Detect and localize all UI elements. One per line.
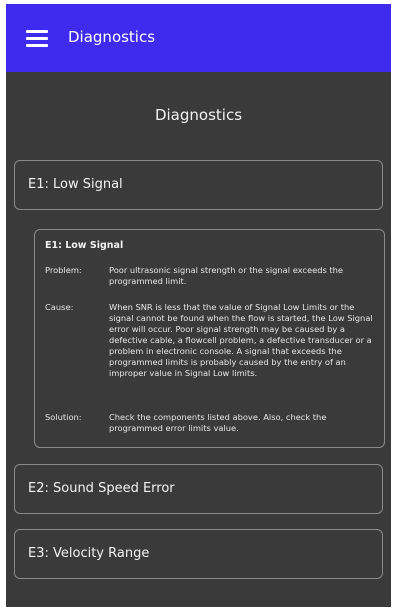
- problem-text: Poor ultrasonic signal strength or the s…: [109, 265, 344, 286]
- error-detail-panel: E1: Low Signal Problem: Poor ultrasonic …: [34, 229, 385, 448]
- error-card-e2[interactable]: E2: Sound Speed Error: [14, 464, 383, 514]
- cause-text: When SNR is less that the value of Signa…: [109, 302, 373, 378]
- app-bar-title: Diagnostics: [68, 28, 156, 46]
- error-card-e1[interactable]: E1: Low Signal: [14, 160, 383, 210]
- page-title: Diagnostics: [154, 106, 243, 124]
- detail-title: E1: Low Signal: [45, 240, 124, 251]
- error-card-title: E1: Low Signal: [28, 177, 123, 192]
- diagnostics-screen: Diagnostics Diagnostics E1: Low Signal E…: [6, 4, 391, 607]
- problem-label: Problem:: [45, 265, 82, 275]
- solution-text: Check the components listed above. Also,…: [109, 412, 327, 433]
- error-card-title: E2: Sound Speed Error: [28, 481, 175, 496]
- solution-label: Solution:: [45, 412, 82, 422]
- error-card-title: E3: Velocity Range: [28, 546, 150, 561]
- error-card-e3[interactable]: E3: Velocity Range: [14, 529, 383, 579]
- cause-label: Cause:: [45, 302, 74, 312]
- hamburger-menu-icon[interactable]: [26, 30, 48, 48]
- app-bar: Diagnostics: [6, 4, 391, 72]
